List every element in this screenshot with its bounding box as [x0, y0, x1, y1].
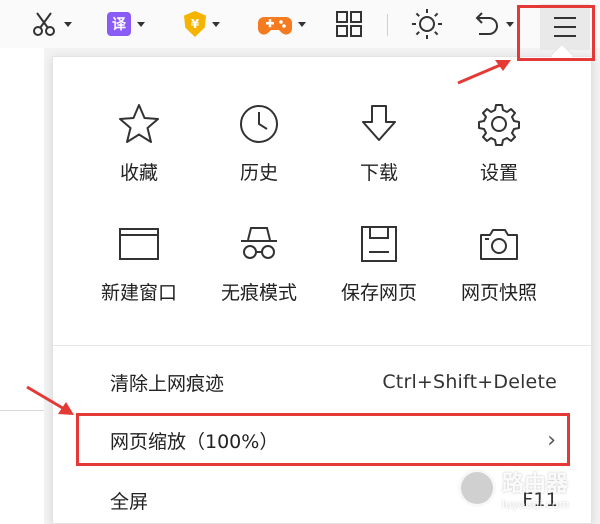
scissors-icon	[33, 12, 55, 36]
camera-icon	[480, 229, 518, 260]
menu-clear-history[interactable]: 清除上网痕迹 Ctrl+Shift+Delete	[52, 353, 592, 411]
screenshot-button[interactable]	[30, 0, 72, 48]
page-background	[0, 44, 44, 524]
translate-button[interactable]: 译	[107, 0, 145, 48]
undo-button[interactable]	[470, 0, 514, 48]
grid-icon	[336, 11, 362, 37]
menu-downloads[interactable]: 下载	[319, 102, 439, 185]
menu-divider	[52, 345, 592, 346]
menu-settings[interactable]: 设置	[439, 102, 559, 185]
annotation-arrow-icon	[26, 385, 74, 415]
menu-incognito-label: 无痕模式	[220, 282, 297, 304]
menu-incognito[interactable]: 无痕模式	[199, 222, 319, 305]
menu-snapshot-label: 网页快照	[460, 282, 537, 304]
gamepad-icon	[258, 17, 292, 35]
watermark: 路由器 luyouqi.com	[458, 458, 598, 518]
gear-icon	[478, 104, 520, 146]
brightness-button[interactable]	[411, 0, 443, 48]
chevron-down-icon	[506, 21, 514, 27]
menu-snapshot[interactable]: 网页快照	[439, 222, 559, 305]
browser-toolbar: 译 ¥	[0, 0, 600, 50]
shield-button[interactable]: ¥	[184, 0, 220, 48]
apps-button[interactable]	[335, 0, 363, 48]
toolbar-divider	[387, 14, 388, 36]
clear-history-label: 清除上网痕迹	[110, 372, 225, 395]
highlight-box-menu-button	[517, 5, 595, 61]
window-icon	[119, 228, 159, 260]
incognito-icon	[241, 227, 277, 259]
watermark-title: 路由器	[502, 471, 569, 497]
menu-settings-label: 设置	[479, 162, 518, 184]
menu-favorites-label: 收藏	[119, 162, 158, 184]
annotation-arrow-icon	[457, 60, 511, 85]
chevron-down-icon	[298, 21, 306, 27]
menu-history[interactable]: 历史	[199, 102, 319, 185]
clock-icon	[240, 105, 278, 143]
menu-save-page[interactable]: 保存网页	[319, 222, 439, 305]
menu-favorites[interactable]: 收藏	[79, 102, 199, 185]
router-logo-icon	[458, 469, 496, 507]
menu-history-label: 历史	[239, 162, 278, 184]
save-icon	[361, 226, 397, 262]
brightness-icon	[412, 9, 442, 39]
menu-new-window[interactable]: 新建窗口	[79, 222, 199, 305]
chevron-down-icon	[212, 21, 220, 27]
watermark-subtitle: luyouqi.com	[502, 497, 570, 511]
chevron-down-icon	[64, 21, 72, 27]
download-icon	[362, 105, 396, 141]
menu-downloads-label: 下载	[359, 162, 398, 184]
chevron-down-icon	[137, 21, 145, 27]
game-button[interactable]	[258, 0, 306, 48]
shield-icon: ¥	[184, 11, 206, 37]
star-icon	[119, 104, 159, 143]
menu-save-page-label: 保存网页	[340, 282, 417, 304]
translate-icon: 译	[107, 12, 131, 36]
fullscreen-label: 全屏	[110, 490, 149, 513]
menu-new-window-label: 新建窗口	[100, 282, 177, 304]
clear-history-shortcut: Ctrl+Shift+Delete	[382, 371, 557, 393]
undo-icon	[475, 12, 498, 35]
